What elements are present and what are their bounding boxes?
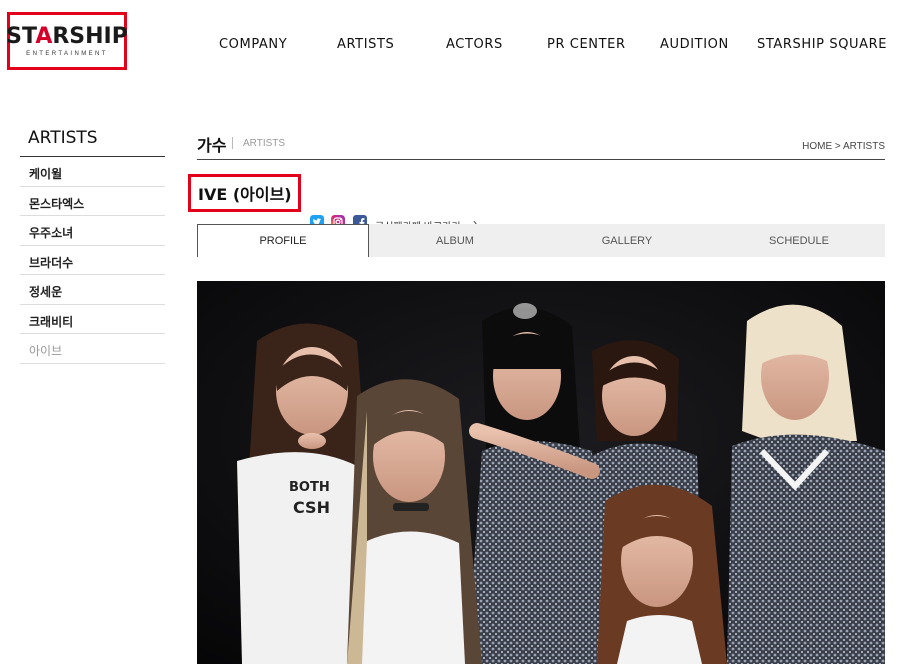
- nav-audition[interactable]: AUDITION: [660, 37, 729, 52]
- member-6: [597, 484, 727, 664]
- breadcrumb[interactable]: HOME > ARTISTS: [802, 141, 885, 152]
- tab-gallery[interactable]: GALLERY: [541, 224, 713, 257]
- sidebar-item-wjsn[interactable]: 우주소녀: [20, 216, 165, 246]
- logo-wordmark: STARSHIP: [6, 23, 128, 49]
- artist-name: IVE (아이브): [198, 185, 292, 204]
- artist-name-highlight: IVE (아이브): [188, 174, 301, 212]
- tab-profile[interactable]: PROFILE: [197, 224, 369, 257]
- sidebar-item-cravity[interactable]: 크래비티: [20, 305, 165, 334]
- sidebar-item-ive[interactable]: 아이브: [20, 334, 165, 364]
- page-title: 가수: [197, 136, 227, 155]
- svg-text:BOTH: BOTH: [289, 480, 330, 495]
- sidebar-item-monsta-x[interactable]: 몬스타엑스: [20, 187, 165, 216]
- page-header: 가수 ARTISTS HOME > ARTISTS: [197, 128, 885, 160]
- sidebar-title: ARTISTS: [20, 128, 165, 157]
- sidebar-item-brothersu[interactable]: 브라더수: [20, 246, 165, 275]
- sidebar-item-kwill[interactable]: 케이윌: [20, 157, 165, 187]
- nav-pr-center[interactable]: PR CENTER: [547, 37, 626, 52]
- nav-starship-square[interactable]: STARSHIP SQUARE: [757, 37, 887, 52]
- tab-schedule[interactable]: SCHEDULE: [713, 224, 885, 257]
- sidebar-item-jeong-sewoon[interactable]: 정세운: [20, 275, 165, 305]
- nav-artists[interactable]: ARTISTS: [337, 37, 394, 52]
- logo[interactable]: STARSHIP ENTERTAINMENT: [6, 12, 128, 70]
- artist-group-photo: BOTH CSH: [197, 281, 885, 664]
- tab-album[interactable]: ALBUM: [369, 224, 541, 257]
- sidebar: ARTISTS 케이윌 몬스타엑스 우주소녀 브라더수 정세운 크래비티 아이브: [20, 128, 165, 364]
- page-subtitle: ARTISTS: [243, 138, 286, 149]
- artist-tabs: PROFILE ALBUM GALLERY SCHEDULE: [197, 224, 885, 257]
- logo-subtitle: ENTERTAINMENT: [26, 50, 108, 57]
- svg-text:CSH: CSH: [293, 498, 330, 517]
- main-content: 가수 ARTISTS HOME > ARTISTS IVE (아이브) 공식팬카…: [188, 128, 885, 664]
- nav-actors[interactable]: ACTORS: [446, 37, 503, 52]
- main-nav: COMPANY ARTISTS ACTORS PR CENTER AUDITIO…: [200, 37, 900, 53]
- nav-company[interactable]: COMPANY: [219, 37, 287, 52]
- artist-header: IVE (아이브) 공식팬카페 바로가기 ›: [188, 160, 885, 233]
- title-divider: [232, 137, 233, 149]
